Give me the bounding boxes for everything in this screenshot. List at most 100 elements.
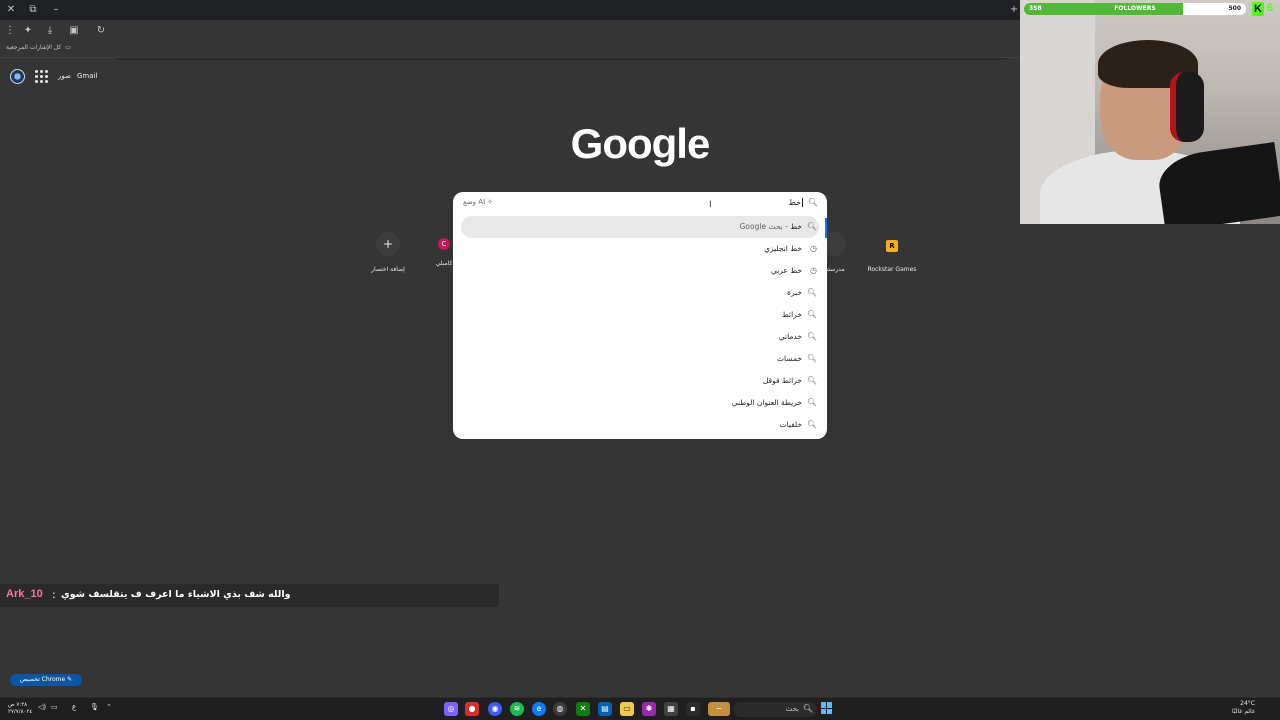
- suggestion-suffix: - بحث Google: [739, 222, 791, 231]
- shortcut-label: Rockstar Games: [867, 266, 917, 273]
- all-bookmarks-label: كل الإشارات المرجعية: [6, 44, 62, 51]
- search-icon: 🔍︎: [807, 198, 818, 207]
- search-icon: 🔍︎: [806, 354, 817, 363]
- suggestion-text: خط عربي: [770, 266, 802, 275]
- ai-mode-label: وضع AI: [463, 198, 486, 206]
- suggestion-item[interactable]: ◷ خط انجليزي: [453, 238, 827, 260]
- menu-dots-icon[interactable]: ⋮: [3, 24, 17, 38]
- search-input[interactable]: خط: [788, 198, 803, 207]
- suggestion-item[interactable]: 🔍︎ خرائط: [453, 304, 827, 326]
- app-icon[interactable]: ◉: [488, 702, 502, 716]
- weather-widget-icon[interactable]: ~: [708, 702, 730, 716]
- profile-avatar[interactable]: [10, 69, 25, 84]
- spotify-icon[interactable]: ≋: [510, 702, 524, 716]
- refresh-icon[interactable]: ↻: [94, 24, 108, 38]
- suggestion-text: خمسات: [776, 354, 802, 363]
- all-bookmarks-button[interactable]: كل الإشارات المرجعية ▭: [6, 44, 71, 51]
- shortcut-add[interactable]: + إضافة اختصار: [356, 232, 420, 273]
- stream-chat-message: Ark_10 : والله شف بذي الاشياء ما اعرف ف …: [0, 584, 499, 607]
- browser-toolbar: ⋮ ✦ ⤓ ▣ ↻: [0, 20, 1020, 60]
- chrome-icon[interactable]: ◍: [553, 702, 567, 716]
- suggestion-item[interactable]: 🔍︎ خمسات: [453, 348, 827, 370]
- app-icon[interactable]: ●: [465, 702, 479, 716]
- weather-desc: غائم غالبًا: [1232, 708, 1255, 715]
- pencil-icon: ✎: [67, 676, 73, 683]
- search-icon: 🔍︎: [806, 222, 817, 231]
- suggestion-list: 🔍︎ خط - بحث Google ◷ خط انجليزي ◷ خط عرب…: [453, 216, 827, 436]
- store-icon[interactable]: ▤: [598, 702, 612, 716]
- search-icon: 🔍︎: [806, 376, 817, 385]
- suggestion-item[interactable]: 🔍︎ خريطة العنوان الوطني: [453, 392, 827, 414]
- extension-icon[interactable]: ✦: [21, 24, 35, 38]
- suggestion-item[interactable]: 🔍︎ خلفيات: [453, 414, 827, 436]
- taskbar-search[interactable]: بحث 🔍︎: [733, 702, 817, 717]
- app-icon[interactable]: ▦: [664, 702, 678, 716]
- history-icon: ◷: [810, 244, 817, 253]
- add-icon: +: [376, 232, 400, 256]
- chevron-up-icon[interactable]: ⌃: [106, 703, 112, 711]
- suggestion-text: خرائط: [781, 310, 802, 319]
- gmail-link[interactable]: Gmail: [77, 72, 97, 80]
- windows-start-icon[interactable]: [821, 702, 833, 714]
- suggestion-text: خرائط قوقل: [762, 376, 802, 385]
- edge-icon[interactable]: e: [532, 702, 546, 716]
- suggestion-item[interactable]: ◷ خط عربي: [453, 260, 827, 282]
- cambly-icon: C: [438, 238, 450, 250]
- kick-viewer-count: 6: [1267, 2, 1274, 14]
- follower-goal-bar: 358 FOLLOWERS 500: [1024, 3, 1246, 15]
- windows-taskbar: ٧:٢٨ ص ٢٧/٧/٨٠٢٤ ◁) ع ▭ 🎙︎ ⌃ ◎ ● ≋ e ◉ ◍…: [0, 697, 1280, 720]
- rockstar-icon: R: [880, 232, 904, 256]
- screen: ✕ ⧉ – + ⋮ ✦ ⤓ ▣ ↻ كل الإشارات المرجعية ▭…: [0, 0, 1280, 720]
- weather-temp: 24°C: [1240, 700, 1255, 707]
- search-icon: 🔍︎: [806, 310, 817, 319]
- suggestion-item[interactable]: 🔍︎ خط - بحث Google: [461, 216, 819, 238]
- suggestion-item[interactable]: 🔍︎ خرائط قوقل: [453, 370, 827, 392]
- bookmarks-bar: كل الإشارات المرجعية ▭: [0, 42, 1020, 58]
- suggestion-text: خدماتي: [778, 332, 802, 341]
- search-icon: 🔍︎: [806, 288, 817, 297]
- volume-icon[interactable]: ◁): [38, 703, 46, 711]
- chat-separator: :: [52, 588, 56, 601]
- app-icon[interactable]: ▪: [686, 702, 700, 716]
- search-input-row[interactable]: 🔍︎ خط I وضع AI ✧: [453, 192, 827, 216]
- taskbar-search-placeholder: بحث: [785, 705, 799, 713]
- app-icon[interactable]: ◎: [444, 702, 458, 716]
- clock-date: ٢٧/٧/٨٠٢٤: [8, 709, 33, 715]
- suggestion-text: خط انجليزي: [764, 244, 802, 253]
- xbox-icon[interactable]: ✕: [576, 702, 590, 716]
- search-dropdown: 🔍︎ خط I وضع AI ✧ 🔍︎ خط - بحث Google ◷ خط…: [453, 192, 827, 439]
- file-explorer-icon[interactable]: ▭: [620, 702, 634, 716]
- sparkle-icon: ✧: [487, 198, 494, 206]
- keyboard-lang[interactable]: ع: [72, 703, 76, 711]
- chat-username: Ark_10: [6, 588, 43, 600]
- headset-image: [1170, 72, 1204, 142]
- suggestion-text: خبرة: [787, 288, 802, 297]
- suggestion-item[interactable]: 🔍︎ خبرة: [453, 282, 827, 304]
- images-link[interactable]: صور: [58, 72, 71, 80]
- customize-chrome-button[interactable]: تخصيص Chrome ✎: [10, 674, 82, 686]
- suggestion-text: خلفيات: [779, 420, 802, 429]
- search-icon: 🔍︎: [802, 704, 813, 713]
- microphone-icon[interactable]: 🎙︎: [90, 703, 99, 711]
- sidepanel-icon[interactable]: ▣: [67, 24, 81, 38]
- kick-logo: K: [1252, 2, 1264, 16]
- weather-widget[interactable]: 24°C غائم غالبًا: [1232, 700, 1255, 716]
- suggestion-text: خريطة العنوان الوطني: [731, 398, 802, 407]
- shortcut-rockstar[interactable]: R Rockstar Games: [860, 232, 924, 273]
- streamer-webcam: [1020, 0, 1280, 224]
- apps-grid-icon[interactable]: [34, 69, 48, 83]
- shortcut-label: إضافة اختصار: [371, 266, 405, 273]
- suggestion-item[interactable]: 🔍︎ خدماتي: [453, 326, 827, 348]
- ai-mode-button[interactable]: وضع AI ✧: [463, 198, 493, 206]
- clock[interactable]: ٧:٢٨ ص ٢٧/٧/٨٠٢٤: [8, 702, 32, 716]
- follower-goal-label: FOLLOWERS: [1114, 5, 1156, 12]
- downloads-icon[interactable]: ⤓: [43, 24, 57, 38]
- minimize-window-icon[interactable]: –: [48, 2, 64, 18]
- restore-window-icon[interactable]: ⧉: [25, 2, 41, 18]
- network-icon[interactable]: ▭: [51, 703, 58, 711]
- search-icon: 🔍︎: [806, 420, 817, 429]
- history-icon: ◷: [810, 266, 817, 275]
- search-icon: 🔍︎: [806, 332, 817, 341]
- close-window-icon[interactable]: ✕: [3, 2, 19, 18]
- app-icon[interactable]: ✱: [642, 702, 656, 716]
